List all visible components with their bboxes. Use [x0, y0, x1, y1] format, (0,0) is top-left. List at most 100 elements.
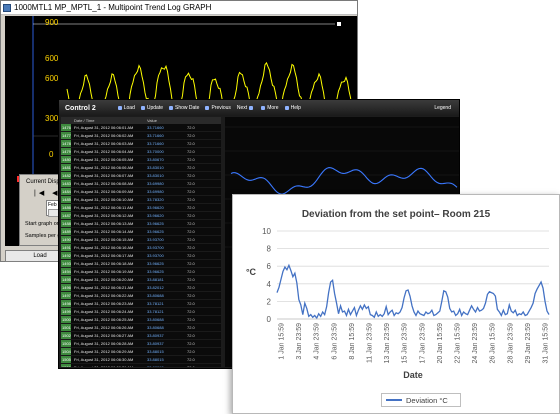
row-setpoint: 72.0	[187, 165, 195, 170]
table-row[interactable]: 1499 Fri, August 31, 2012 06:06:24 AM 33.7…	[61, 308, 221, 316]
table-row[interactable]: 1484 Fri, August 31, 2012 06:06:09 AM 33.6…	[61, 188, 221, 196]
row-datetime: Fri, August 31, 2012 06:06:07 AM	[74, 173, 134, 178]
y-axis-label-bottom: 0	[49, 150, 54, 159]
table-row[interactable]: 1485 Fri, August 31, 2012 06:06:10 AM 33.7…	[61, 196, 221, 204]
row-setpoint: 72.0	[187, 197, 195, 202]
table-row[interactable]: 1487 Fri, August 31, 2012 06:06:12 AM 33.9…	[61, 212, 221, 220]
next-icon	[249, 106, 254, 110]
row-setpoint: 72.0	[187, 325, 195, 330]
row-setpoint: 72.0	[187, 293, 195, 298]
row-datetime: Fri, August 31, 2012 06:06:20 AM	[74, 277, 134, 282]
row-index: 1485	[61, 196, 71, 203]
row-setpoint: 72.0	[187, 285, 195, 290]
table-row[interactable]: 1494 Fri, August 31, 2012 06:06:19 AM 33.9…	[61, 268, 221, 276]
x-axis-title: Date	[403, 370, 423, 380]
row-datetime: Fri, August 31, 2012 06:06:31 AM	[71, 365, 147, 367]
table-row[interactable]: 1500 Fri, August 31, 2012 06:06:25 AM 33.8…	[61, 316, 221, 324]
table-row[interactable]: 1506Fri, August 31, 2012 06:06:31 AM33.8…	[61, 364, 221, 367]
row-setpoint: 72.0	[187, 245, 195, 250]
row-index: 1486	[61, 204, 71, 211]
row-setpoint: 72.0	[187, 365, 207, 367]
update-tool[interactable]: Update	[140, 105, 163, 111]
row-value: 33.88015	[147, 365, 187, 367]
legend-button[interactable]: Legend	[434, 105, 451, 111]
table-row[interactable]: 1490 Fri, August 31, 2012 06:06:15 AM 33.9…	[61, 236, 221, 244]
row-index: 1490	[61, 236, 71, 243]
table-row[interactable]: 1505 Fri, August 31, 2012 06:06:30 AM 33.8…	[61, 356, 221, 364]
row-index: 1498	[61, 300, 71, 307]
help-tool[interactable]: Help	[284, 105, 301, 111]
show-date-tool[interactable]: Show Date	[168, 105, 199, 111]
table-row[interactable]: 1492 Fri, August 31, 2012 06:06:17 AM 33.9…	[61, 252, 221, 260]
row-value: 33.80688	[147, 317, 164, 322]
table-row[interactable]: 1502 Fri, August 31, 2012 06:06:27 AM 33.8…	[61, 332, 221, 340]
row-index: 1481	[61, 164, 71, 171]
y-axis-label-top: 900	[45, 18, 59, 27]
next-tool[interactable]: Next	[237, 105, 255, 111]
row-value: 33.83010	[147, 173, 164, 178]
table-row[interactable]: 1478 Fri, August 31, 2012 06:06:03 AM 33.7…	[61, 140, 221, 148]
row-datetime: Fri, August 31, 2012 06:06:08 AM	[74, 181, 134, 186]
previous-tool[interactable]: Previous	[205, 105, 231, 111]
row-datetime: Fri, August 31, 2012 06:06:22 AM	[74, 293, 134, 298]
row-index: 1491	[61, 244, 71, 251]
table-row[interactable]: 1491 Fri, August 31, 2012 06:06:16 AM 33.9…	[61, 244, 221, 252]
row-datetime: Fri, August 31, 2012 06:06:30 AM	[74, 357, 134, 362]
table-row[interactable]: 1486 Fri, August 31, 2012 06:06:11 AM 33.9…	[61, 204, 221, 212]
row-value: 33.70000	[147, 149, 164, 154]
row-value: 33.96625	[147, 221, 164, 226]
table-row[interactable]: 1498 Fri, August 31, 2012 06:06:23 AM 33.7…	[61, 300, 221, 308]
row-index: 1501	[61, 324, 71, 331]
table-row[interactable]: 1497 Fri, August 31, 2012 06:06:22 AM 33.8…	[61, 292, 221, 300]
row-datetime: Fri, August 31, 2012 06:06:04 AM	[74, 149, 134, 154]
row-value: 33.82012	[147, 285, 164, 290]
x-tick-label: 4 Jan 23:59	[314, 323, 321, 360]
row-setpoint: 72.0	[187, 341, 195, 346]
table-row[interactable]: 1489 Fri, August 31, 2012 06:06:14 AM 33.9…	[61, 228, 221, 236]
more-tool[interactable]: More	[261, 105, 279, 111]
y-tick-label: 2	[267, 297, 272, 306]
x-tick-label: 22 Jan 15:59	[455, 323, 462, 364]
table-row[interactable]: 1477 Fri, August 31, 2012 06:06:02 AM 33.7…	[61, 132, 221, 140]
x-tick-label: 31 Jan 15:59	[543, 323, 550, 364]
table-row[interactable]: 1495 Fri, August 31, 2012 06:06:20 AM 33.8…	[61, 276, 221, 284]
row-index: 1479	[61, 148, 71, 155]
window-titlebar[interactable]: 1000MTL1 MP_MPTL_1 - Multipoint Trend Lo…	[1, 1, 357, 15]
table-row[interactable]: 1496 Fri, August 31, 2012 06:06:21 AM 33.8…	[61, 284, 221, 292]
deviation-chart-window: 0 2 4 6 8 10 °C 1 Jan 15:59 3 Jan 23:59 4 Jan 23:…	[232, 194, 560, 414]
table-row[interactable]: 1481 Fri, August 31, 2012 06:06:06 AM 33.8…	[61, 164, 221, 172]
table-row[interactable]: 1504 Fri, August 31, 2012 06:06:29 AM 33.8…	[61, 348, 221, 356]
row-value: 33.80688	[147, 293, 164, 298]
row-datetime: Fri, August 31, 2012 06:06:28 AM	[74, 341, 134, 346]
row-index: 1488	[61, 220, 71, 227]
chart-legend: Deviation °C	[381, 393, 461, 407]
y-tick-label: 8	[267, 245, 272, 254]
load-tool[interactable]: Load	[117, 105, 135, 111]
x-tick-label: 15 Jan 23:59	[402, 323, 409, 364]
row-setpoint: 72.0	[187, 253, 195, 258]
nav-arrows[interactable]: |◀ ◀	[34, 189, 61, 197]
app-icon	[3, 3, 11, 12]
row-datetime: Fri, August 31, 2012 06:06:17 AM	[74, 253, 134, 258]
row-index: 1495	[61, 276, 71, 283]
row-datetime: Fri, August 31, 2012 06:06:12 AM	[74, 213, 134, 218]
table-row[interactable]: 1501 Fri, August 31, 2012 06:06:26 AM 33.8…	[61, 324, 221, 332]
table-row[interactable]: 1488 Fri, August 31, 2012 06:06:13 AM 33.9…	[61, 220, 221, 228]
table-row[interactable]: 1482 Fri, August 31, 2012 06:06:07 AM 33.8…	[61, 172, 221, 180]
calendar-icon	[168, 106, 173, 110]
row-datetime: Fri, August 31, 2012 06:06:27 AM	[74, 333, 134, 338]
row-datetime: Fri, August 31, 2012 06:06:18 AM	[74, 261, 134, 266]
x-tick-label: 28 Jan 23:59	[507, 323, 514, 364]
row-index: 1499	[61, 308, 71, 315]
table-row[interactable]: 1476 Fri, August 31, 2012 06:06:01 AM 33.7…	[61, 124, 221, 132]
row-setpoint: 72.0	[187, 213, 195, 218]
table-row[interactable]: 1480 Fri, August 31, 2012 06:06:05 AM 33.8…	[61, 156, 221, 164]
table-row[interactable]: 1479 Fri, August 31, 2012 06:06:04 AM 33.7…	[61, 148, 221, 156]
table-row[interactable]: 1483 Fri, August 31, 2012 06:06:08 AM 33.6…	[61, 180, 221, 188]
table-row[interactable]: 1493 Fri, August 31, 2012 06:06:18 AM 33.9…	[61, 260, 221, 268]
row-value: 33.96625	[147, 269, 164, 274]
table-row[interactable]: 1503 Fri, August 31, 2012 06:06:28 AM 33.8…	[61, 340, 221, 348]
deviation-chart-svg: 0 2 4 6 8 10 °C 1 Jan 15:59 3 Jan 23:59 4 Jan 23:…	[246, 227, 550, 380]
row-index: 1504	[61, 348, 71, 355]
row-setpoint: 72.0	[187, 125, 195, 130]
